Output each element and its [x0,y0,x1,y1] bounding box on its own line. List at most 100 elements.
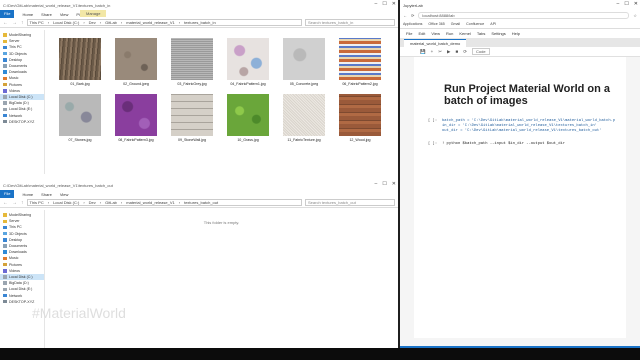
notebook-tabs: material_world_batch_demo [400,38,640,47]
minimize-icon[interactable]: – [375,181,378,187]
breadcrumb-item[interactable]: GitLab [105,20,117,25]
up-icon[interactable]: ↑ [21,200,24,206]
file-item[interactable]: 02_Ground.jpeg [114,38,158,86]
search-input[interactable]: Search textures_batch_out [305,199,395,206]
breadcrumb-item[interactable]: This PC [30,200,44,205]
bookmark[interactable]: Gmail [451,22,460,26]
close-icon[interactable]: ✕ [392,1,396,7]
save-icon[interactable]: 💾 [420,49,426,55]
file-item[interactable]: 09_StoneWall.jpg [170,94,214,142]
maximize-icon[interactable]: ☐ [624,1,628,7]
menu-help[interactable]: Help [512,31,520,36]
search-input[interactable]: Search textures_batch_in [305,19,395,26]
tab-home[interactable]: Home [22,192,33,197]
close-icon[interactable]: ✕ [634,1,638,7]
breadcrumb-item[interactable]: Dev [89,200,96,205]
folder-icon [3,95,7,99]
breadcrumb-item[interactable]: Local Disk (C:) [53,20,79,25]
back-icon[interactable]: ← [3,20,8,26]
star-icon[interactable]: ☆ [633,13,637,18]
tab-view[interactable]: View [60,192,69,197]
texture-thumbnail[interactable] [115,94,157,136]
back-icon[interactable]: ← [403,13,407,18]
breadcrumb-item[interactable]: textures_batch_out [184,200,218,205]
breadcrumb-item[interactable]: Dev [89,20,96,25]
texture-thumbnail[interactable] [171,38,213,80]
menu-kernel[interactable]: Kernel [459,31,471,36]
texture-thumbnail[interactable] [59,94,101,136]
file-item[interactable]: 01_Bark.jpg [58,38,102,86]
breadcrumb-item[interactable]: material_world_release_V1 [126,200,174,205]
refresh-icon[interactable]: ⟳ [411,13,414,18]
code-cell-1[interactable]: [ ]: batch_path = 'C:\Dev\GitLab\material… [428,119,626,134]
menu-tabs[interactable]: Tabs [477,31,485,36]
breadcrumb-item[interactable]: GitLab [105,200,117,205]
texture-thumbnail[interactable] [339,94,381,136]
file-item[interactable]: 07_Stones.jpg [58,94,102,142]
minimize-icon[interactable]: – [617,1,620,7]
tab-share[interactable]: Share [41,12,52,17]
tab-home[interactable]: Home [22,12,33,17]
breadcrumb[interactable]: This PC › Local Disk (C:) › Dev › GitLab › m… [26,199,302,206]
menu-edit[interactable]: Edit [418,31,425,36]
file-item[interactable]: 04_FabricPattern1.jpg [226,38,270,86]
add-icon[interactable]: + [431,49,434,54]
breadcrumb-item[interactable]: material_world_release_V1 [126,20,174,25]
texture-thumbnail[interactable] [227,38,269,80]
maximize-icon[interactable]: ☐ [382,1,386,7]
nav-item[interactable]: DESKTOP-XYZ [0,119,44,125]
url-input[interactable]: localhost:8888/lab [418,11,630,19]
menu-settings[interactable]: Settings [491,31,505,36]
stop-icon[interactable]: ■ [456,49,459,54]
texture-thumbnail[interactable] [283,94,325,136]
file-item[interactable]: 03_FabricGrey.jpg [170,38,214,86]
bookmark[interactable]: Office 365 [428,22,444,26]
texture-thumbnail[interactable] [283,38,325,80]
code-cell-2[interactable]: [ ]: ! python $batch_path --input $in_dir… [428,142,626,146]
file-name: 01_Bark.jpg [70,82,90,86]
texture-thumbnail[interactable] [227,94,269,136]
restart-icon[interactable]: ⟳ [463,49,467,55]
back-icon[interactable]: ← [3,200,8,206]
menu-run[interactable]: Run [446,31,453,36]
tab-view[interactable]: View [60,12,69,17]
file-item[interactable]: 12_Wood.jpg [338,94,382,142]
breadcrumb-item[interactable]: textures_batch_in [184,20,216,25]
tab-file[interactable]: File [0,10,15,18]
cut-icon[interactable]: ✂ [438,49,442,55]
tab-share[interactable]: Share [41,192,52,197]
breadcrumb-item[interactable]: This PC [30,20,44,25]
file-item[interactable]: 11_FabricTexture.jpg [282,94,326,142]
file-item[interactable]: 06_FabricPattern2.jpg [338,38,382,86]
up-icon[interactable]: ↑ [21,20,24,26]
nav-item-label: 3D Objects [9,51,27,56]
file-item[interactable]: 05_Concrete.jpeg [282,38,326,86]
tab-file[interactable]: File [0,190,15,198]
menu-view[interactable]: View [431,31,440,36]
bookmark[interactable]: Applications [403,22,422,26]
forward-icon[interactable]: → [12,20,17,26]
run-icon[interactable]: ▶ [447,49,450,55]
close-icon[interactable]: ✕ [392,181,396,187]
breadcrumb-item[interactable]: Local Disk (C:) [53,200,79,205]
minimize-icon[interactable]: – [375,1,378,7]
nav-item-label: Local Disk (C:) [9,274,33,279]
texture-thumbnail[interactable] [339,38,381,80]
notebook-heading: Run Project Material World on a batch of… [444,83,611,107]
texture-thumbnail[interactable] [171,94,213,136]
bookmark[interactable]: Confluence [466,22,484,26]
folder-icon [3,64,7,68]
tab-notebook[interactable]: material_world_batch_demo [404,39,467,47]
bookmark[interactable]: API [490,22,496,26]
texture-thumbnail[interactable] [115,38,157,80]
browser-tab-title[interactable]: JupyterLab [403,3,423,8]
texture-thumbnail[interactable] [59,38,101,80]
nav-item[interactable]: DESKTOP-XYZ [0,299,44,305]
breadcrumb[interactable]: This PC › Local Disk (C:) › Dev › GitLab › m… [26,19,302,26]
menu-file[interactable]: File [406,31,412,36]
file-item[interactable]: 08_FabricPattern3.jpg [114,94,158,142]
file-item[interactable]: 10_Grass.jpg [226,94,270,142]
cell-type-select[interactable]: Code [472,48,490,55]
forward-icon[interactable]: → [12,200,17,206]
maximize-icon[interactable]: ☐ [382,181,386,187]
